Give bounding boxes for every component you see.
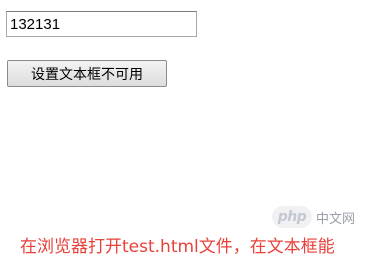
php-logo: php <box>272 206 312 228</box>
watermark-site-name: 中文网 <box>316 211 356 227</box>
text-input[interactable] <box>6 11 197 37</box>
caption-text: 在浏览器打开test.html文件，在文本框能 <box>20 237 335 257</box>
watermark: php 中文网 <box>272 206 355 228</box>
disable-textbox-button[interactable]: 设置文本框不可用 <box>7 60 167 87</box>
